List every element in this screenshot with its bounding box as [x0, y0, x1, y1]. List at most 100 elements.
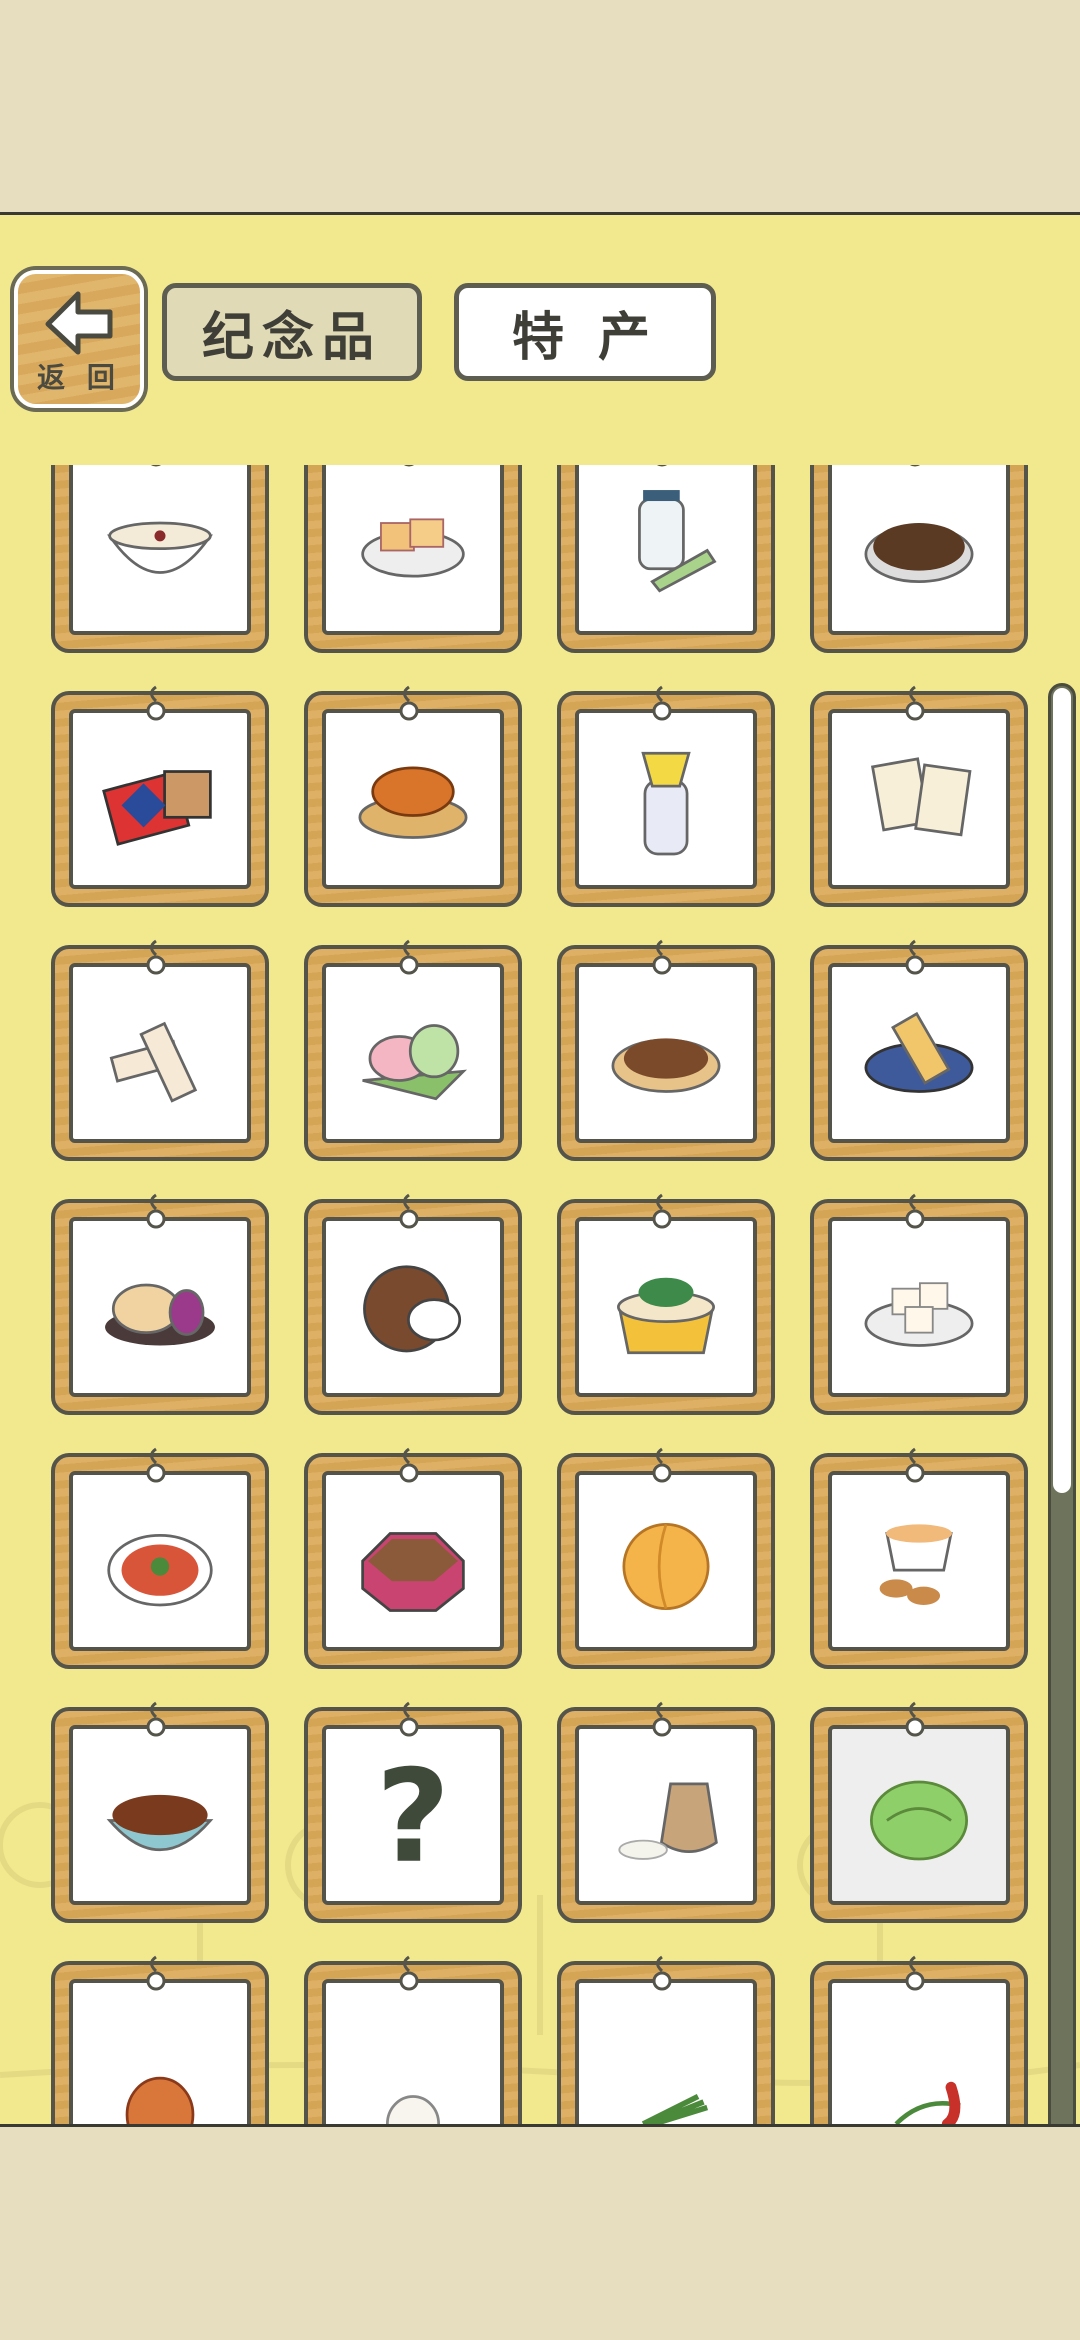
tofu-plate-icon — [361, 518, 465, 578]
arrow-left-icon — [45, 291, 113, 355]
tea-jar-icon — [638, 490, 717, 593]
specialty-item-card[interactable] — [557, 1447, 775, 1669]
item-image-frame — [69, 1979, 251, 2124]
item-image-frame — [322, 963, 504, 1143]
item-image-frame — [828, 709, 1010, 889]
item-image-frame — [828, 1979, 1010, 2124]
item-image-frame: ? — [322, 1725, 504, 1905]
specialty-item-card[interactable] — [51, 685, 269, 907]
hanging-hook-icon — [652, 1193, 672, 1229]
item-image-frame — [322, 1979, 504, 2124]
tab-souvenirs[interactable]: 纪念品 — [162, 283, 422, 381]
back-label: 返 回 — [37, 361, 121, 394]
specialty-item-card[interactable] — [557, 939, 775, 1161]
hanging-hook-icon — [399, 1955, 419, 1991]
tea-cup-cookies-icon — [879, 1524, 953, 1605]
back-button[interactable]: 返 回 — [14, 270, 144, 408]
specialty-item-card[interactable] — [557, 1193, 775, 1415]
specialty-item-card[interactable] — [557, 685, 775, 907]
specialty-item-card[interactable] — [51, 1955, 269, 2124]
specialty-item-card[interactable] — [304, 939, 522, 1161]
coffee-beans-plate-icon — [864, 523, 974, 584]
item-image-frame — [575, 1471, 757, 1651]
item-image-frame — [322, 465, 504, 635]
hanging-hook-icon — [656, 465, 668, 467]
specialty-item-card[interactable] — [51, 1447, 269, 1669]
specialty-item-card[interactable] — [810, 1701, 1028, 1923]
gift-box-icon — [102, 770, 212, 846]
specialty-item-card[interactable] — [810, 1955, 1028, 2124]
item-image-frame — [69, 963, 251, 1143]
hanging-hook-icon — [905, 1193, 925, 1229]
hanging-hook-icon — [905, 1955, 925, 1991]
item-image-frame — [322, 709, 504, 889]
hanging-hook-icon — [399, 685, 419, 721]
specialty-item-card[interactable] — [51, 1193, 269, 1415]
item-image-frame — [575, 465, 757, 635]
hanging-hook-icon — [905, 1447, 925, 1483]
specialty-item-card[interactable] — [810, 1193, 1028, 1415]
item-image-frame — [322, 1471, 504, 1651]
item-image-frame — [69, 1725, 251, 1905]
item-image-frame — [828, 1725, 1010, 1905]
braised-meat-bowl-icon — [106, 1794, 214, 1852]
item-image-frame — [575, 1217, 757, 1397]
hanging-hook-icon — [399, 1701, 419, 1737]
specialty-item-card[interactable] — [810, 939, 1028, 1161]
specialty-item-card[interactable]: ? — [304, 1701, 522, 1923]
item-image-frame — [828, 1217, 1010, 1397]
hanging-hook-icon — [909, 465, 921, 467]
hanging-hook-icon — [146, 1701, 166, 1737]
item-image-frame — [69, 1471, 251, 1651]
specialty-item-card[interactable] — [810, 685, 1028, 907]
hanging-hook-icon — [652, 1447, 672, 1483]
hanging-hook-icon — [652, 939, 672, 975]
hanging-hook-icon — [652, 1955, 672, 1991]
rice-sack-icon — [618, 1782, 718, 1860]
specialty-item-card[interactable] — [51, 1701, 269, 1923]
hanging-hook-icon — [146, 939, 166, 975]
hanging-hook-icon — [652, 1701, 672, 1737]
specialty-item-card[interactable] — [304, 1955, 522, 2124]
snack-box-icon — [361, 1532, 465, 1612]
item-image-frame — [69, 709, 251, 889]
hanging-hook-icon — [146, 1955, 166, 1991]
item-image-frame — [575, 963, 757, 1143]
tab-specialties[interactable]: 特 产 — [454, 283, 716, 381]
fried-dough-plate-icon — [358, 766, 468, 839]
specialty-item-card[interactable] — [51, 939, 269, 1161]
specialty-item-card[interactable] — [810, 465, 1028, 653]
specialty-item-card[interactable] — [810, 1447, 1028, 1669]
hanging-hook-icon — [905, 685, 925, 721]
item-image-frame — [575, 1725, 757, 1905]
item-image-frame — [828, 1471, 1010, 1651]
hanging-hook-icon — [652, 685, 672, 721]
specialty-item-card[interactable] — [557, 1701, 775, 1923]
item-image-frame — [575, 1979, 757, 2124]
mooncake-plate-icon — [105, 1283, 215, 1346]
item-image-frame — [828, 465, 1010, 635]
specialty-item-card[interactable] — [304, 685, 522, 907]
peach-icon — [622, 1522, 710, 1610]
specialty-item-card[interactable] — [304, 1447, 522, 1669]
specialty-item-card[interactable] — [557, 1955, 775, 2124]
coconut-icon — [363, 1265, 462, 1353]
tofu-cubes-plate-icon — [864, 1282, 974, 1347]
hanging-hook-icon — [905, 939, 925, 975]
scroll-thumb[interactable] — [1053, 688, 1071, 1493]
cabbage-icon — [870, 1780, 968, 1861]
specialty-item-card[interactable] — [304, 465, 522, 653]
hanging-hook-icon — [399, 1193, 419, 1229]
scrollbar[interactable] — [1048, 683, 1076, 2124]
specialty-item-card[interactable] — [557, 465, 775, 653]
svg-text:?: ? — [376, 1743, 450, 1892]
garlic-icon — [385, 2095, 441, 2124]
specialty-item-card[interactable] — [51, 465, 269, 653]
hanging-hook-icon — [403, 465, 415, 467]
sticky-rice-plate-icon — [864, 1011, 974, 1093]
specialty-item-card[interactable] — [304, 1193, 522, 1415]
hanging-hook-icon — [905, 1701, 925, 1737]
item-image-frame — [69, 465, 251, 635]
item-image-frame — [69, 1217, 251, 1397]
item-image-frame — [828, 963, 1010, 1143]
